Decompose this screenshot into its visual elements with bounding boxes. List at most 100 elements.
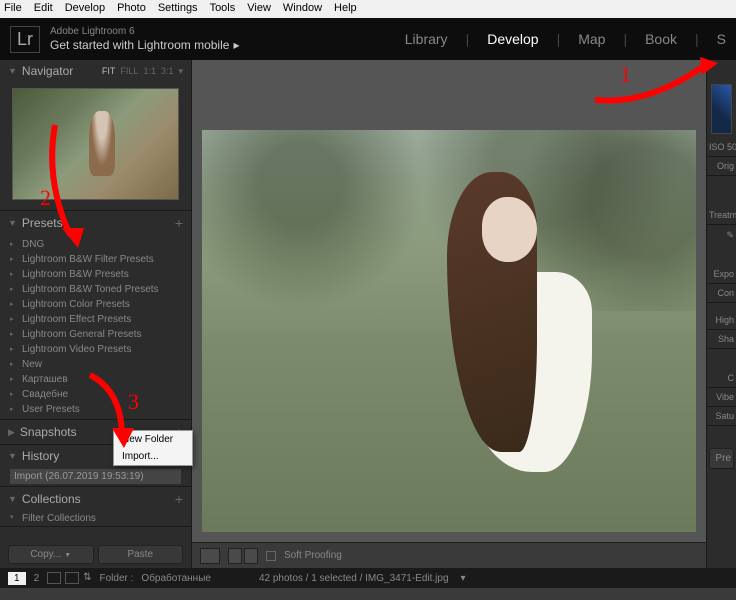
- chevron-down-icon[interactable]: ▾: [178, 66, 183, 77]
- preset-folder[interactable]: Карташев: [0, 372, 191, 387]
- module-library[interactable]: Library: [405, 31, 448, 47]
- copy-button[interactable]: Copy...▼: [8, 545, 94, 564]
- center-area: Soft Proofing: [192, 60, 706, 568]
- page-indicator[interactable]: 1: [8, 572, 26, 585]
- preset-folder[interactable]: Lightroom Video Presets: [0, 342, 191, 357]
- chevron-down-icon: ▼: [8, 494, 17, 504]
- soft-proof-checkbox[interactable]: [266, 551, 276, 561]
- original-toggle[interactable]: Orig: [707, 157, 736, 176]
- chevron-down-icon: ▼: [8, 218, 17, 228]
- filter-collections[interactable]: Filter Collections: [0, 511, 191, 526]
- menu-settings[interactable]: Settings: [158, 2, 198, 16]
- preset-folder[interactable]: Lightroom Color Presets: [0, 297, 191, 312]
- collections-panel: ▼ Collections + Filter Collections: [0, 487, 191, 527]
- image-canvas[interactable]: [192, 60, 706, 542]
- navigator-panel: ▼ Navigator FIT FILL 1:1 3:1 ▾: [0, 60, 191, 211]
- module-divider: |: [695, 31, 699, 47]
- plus-icon[interactable]: +: [175, 215, 183, 231]
- eyedropper-icon[interactable]: ✎: [726, 230, 734, 241]
- preset-folder[interactable]: DNG: [0, 237, 191, 252]
- history-item[interactable]: Import (26.07.2019 19:53:19): [10, 469, 181, 484]
- module-book[interactable]: Book: [645, 31, 677, 47]
- menu-view[interactable]: View: [247, 2, 271, 16]
- mobile-link[interactable]: Get started with Lightroom mobile ▸: [50, 38, 239, 52]
- menu-help[interactable]: Help: [334, 2, 357, 16]
- preset-folder[interactable]: Lightroom General Presets: [0, 327, 191, 342]
- chevron-down-icon[interactable]: ▾: [461, 573, 466, 584]
- copy-paste-bar: Copy...▼ Paste: [0, 541, 191, 568]
- context-import[interactable]: Import...: [114, 448, 192, 465]
- presets-header[interactable]: ▼ Presets +: [0, 211, 191, 235]
- zoom-fill[interactable]: FILL: [120, 66, 138, 77]
- plus-icon[interactable]: +: [175, 491, 183, 507]
- shadows-label: Sha: [707, 330, 736, 349]
- menu-file[interactable]: File: [4, 2, 22, 16]
- preset-list: DNG Lightroom B&W Filter Presets Lightro…: [0, 235, 191, 419]
- zoom-fit[interactable]: FIT: [102, 66, 116, 77]
- menu-develop[interactable]: Develop: [65, 2, 105, 16]
- preset-folder[interactable]: New: [0, 357, 191, 372]
- collections-title: Collections: [22, 492, 81, 506]
- preset-folder[interactable]: User Presets: [0, 402, 191, 417]
- navigator-zoom-tabs: FIT FILL 1:1 3:1 ▾: [102, 66, 183, 77]
- statusbar: 1 2 ⇅ Folder : Обработанные 42 photos / …: [0, 568, 736, 588]
- before-after-icon[interactable]: [244, 548, 258, 564]
- app-subtitle: Adobe Lightroom 6: [50, 26, 239, 38]
- chevron-right-icon: ▶: [8, 427, 15, 438]
- zoom-1-1[interactable]: 1:1: [143, 66, 156, 77]
- module-divider: |: [466, 31, 470, 47]
- clarity-label: C: [707, 369, 736, 388]
- histogram[interactable]: [711, 84, 732, 134]
- chevron-down-icon: ▼: [8, 451, 17, 461]
- module-develop[interactable]: Develop: [487, 31, 538, 47]
- preset-folder[interactable]: Lightroom Effect Presets: [0, 312, 191, 327]
- menu-window[interactable]: Window: [283, 2, 322, 16]
- module-divider: |: [557, 31, 561, 47]
- preset-folder[interactable]: Lightroom B&W Toned Presets: [0, 282, 191, 297]
- zoom-3-1[interactable]: 3:1: [161, 66, 174, 77]
- menu-photo[interactable]: Photo: [117, 2, 146, 16]
- exposure-label: Expo: [707, 265, 736, 284]
- copy-label: Copy...: [30, 549, 61, 560]
- collections-header[interactable]: ▼ Collections +: [0, 487, 191, 511]
- presets-panel: ▼ Presets + DNG Lightroom B&W Filter Pre…: [0, 211, 191, 420]
- snapshots-title: Snapshots: [20, 425, 77, 439]
- menu-edit[interactable]: Edit: [34, 2, 53, 16]
- navigator-thumbnail[interactable]: [12, 88, 179, 200]
- loupe-toolbar: Soft Proofing: [192, 542, 706, 568]
- page-indicator-2[interactable]: 2: [34, 573, 40, 584]
- contrast-label: Con: [707, 284, 736, 303]
- compare-icons: [228, 548, 258, 564]
- photo-subject: [427, 162, 607, 482]
- lr-logo-icon: Lr: [10, 26, 40, 53]
- view-icons: ⇅: [47, 572, 91, 584]
- previous-button[interactable]: Pre: [709, 448, 734, 469]
- folder-label: Folder :: [100, 573, 134, 584]
- chevron-down-icon: ▼: [8, 66, 17, 76]
- iso-readout: ISO 50: [707, 138, 736, 157]
- preset-folder[interactable]: Lightroom B&W Filter Presets: [0, 252, 191, 267]
- grid-view-icon[interactable]: [47, 572, 61, 584]
- vibrance-label: Vibe: [707, 388, 736, 407]
- navigator-header[interactable]: ▼ Navigator FIT FILL 1:1 3:1 ▾: [0, 60, 191, 82]
- highlights-label: High: [707, 311, 736, 330]
- module-map[interactable]: Map: [578, 31, 605, 47]
- context-new-folder[interactable]: New Folder: [114, 431, 192, 448]
- header-title-block: Adobe Lightroom 6 Get started with Light…: [50, 26, 239, 52]
- preset-folder[interactable]: Lightroom B&W Presets: [0, 267, 191, 282]
- preset-context-menu: New Folder Import...: [113, 430, 193, 466]
- module-more[interactable]: S: [717, 31, 726, 47]
- loupe-view-icon[interactable]: [65, 572, 79, 584]
- view-mode-icon[interactable]: [200, 548, 220, 564]
- saturation-label: Satu: [707, 407, 736, 426]
- sort-icon[interactable]: ⇅: [83, 572, 91, 584]
- paste-button[interactable]: Paste: [98, 545, 184, 564]
- folder-name: Обработанные: [141, 573, 211, 584]
- mobile-link-label: Get started with Lightroom mobile: [50, 38, 229, 52]
- chevron-right-icon: ▸: [233, 38, 239, 52]
- soft-proof-label: Soft Proofing: [284, 550, 342, 561]
- selection-info: 42 photos / 1 selected / IMG_3471-Edit.j…: [259, 573, 449, 584]
- before-after-icon[interactable]: [228, 548, 242, 564]
- menu-tools[interactable]: Tools: [210, 2, 236, 16]
- preset-folder[interactable]: Свадебне: [0, 387, 191, 402]
